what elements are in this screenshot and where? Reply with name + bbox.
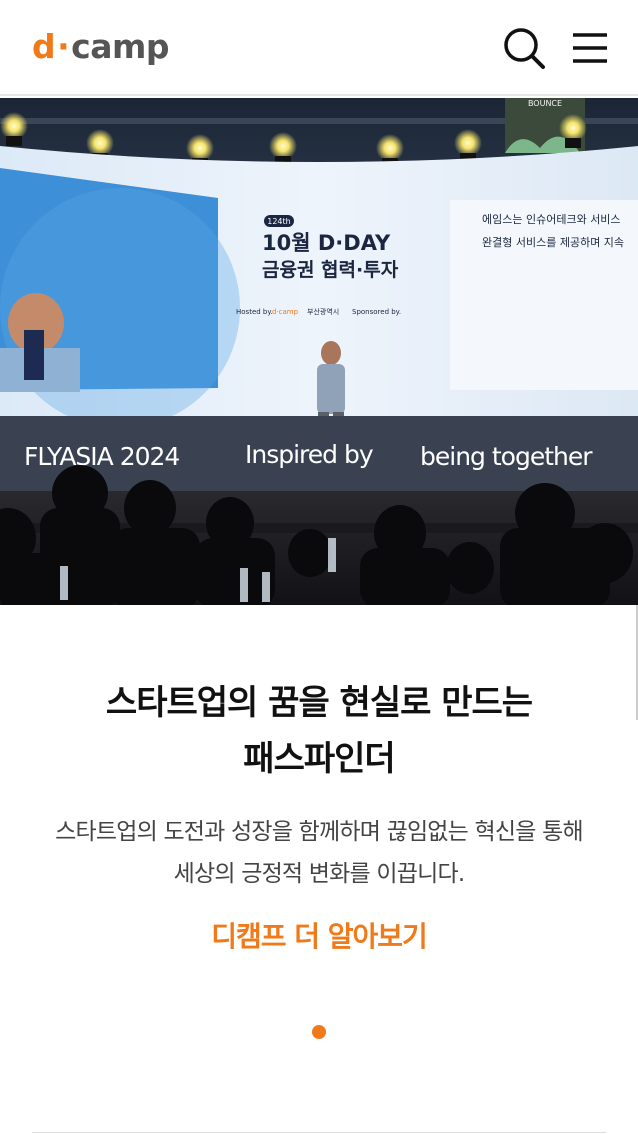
learn-more-link[interactable]: 디캠프 더 알아보기 (0, 915, 638, 955)
description-line-1: 스타트업의 도전과 성장을 함께하며 끊임없는 혁신을 통해 (55, 819, 584, 845)
carousel-indicator-dot[interactable] (312, 1025, 326, 1039)
banner-inspired-by: Inspired by (245, 440, 374, 469)
screen-side-text-1: 에임스는 인슈어테크와 서비스 (482, 213, 621, 226)
headline: 스타트업의 꿈을 현실로 만드는 패스파인더 (0, 675, 638, 787)
screen-side-text-2: 완결형 서비스를 제공하며 지속 (482, 235, 624, 249)
headline-line-2: 패스파인더 (243, 739, 395, 779)
logo-letter-d: d (32, 26, 56, 66)
hero-event-photo[interactable]: BOUNCE 에임스는 인슈어테크와 서비스 완결형 서비스를 제공하며 지속 … (0, 98, 638, 605)
section-divider (32, 1132, 606, 1133)
screen-title: 10월 D·DAY (262, 231, 391, 255)
hero-photo-illustration: BOUNCE 에임스는 인슈어테크와 서비스 완결형 서비스를 제공하며 지속 … (0, 98, 638, 605)
logo-wordmark: camp (71, 26, 170, 66)
screen-sponsored: Sponsored by. (352, 308, 401, 316)
description-line-2: 세상의 긍정적 변화를 이끕니다. (173, 861, 466, 887)
hamburger-menu-icon (573, 33, 607, 63)
headline-line-1: 스타트업의 꿈을 현실로 만드는 (105, 683, 533, 723)
screen-hosted-partner: 부산광역시 (307, 307, 339, 316)
screen-hosted-logo: d·camp (272, 308, 299, 316)
search-button[interactable] (500, 24, 548, 72)
screen-hosted: Hosted by. (236, 308, 273, 316)
dcamp-logo[interactable]: d · camp (32, 26, 170, 66)
banner-being-together: being together (420, 442, 593, 471)
screen-subtitle: 금융권 협력·투자 (262, 259, 399, 281)
intro-section: 스타트업의 꿈을 현실로 만드는 패스파인더 스타트업의 도전과 성장을 함께하… (0, 605, 638, 1134)
menu-button[interactable] (566, 24, 614, 72)
description: 스타트업의 도전과 성장을 함께하며 끊임없는 혁신을 통해 세상의 긍정적 변… (0, 811, 638, 895)
site-header: d · camp (0, 0, 638, 96)
screen-badge: 124th (267, 217, 290, 226)
banner-flyasia: FLYASIA 2024 (24, 442, 179, 471)
booth-sign: BOUNCE (528, 99, 562, 108)
logo-dot: · (57, 26, 70, 66)
search-icon (504, 28, 545, 69)
